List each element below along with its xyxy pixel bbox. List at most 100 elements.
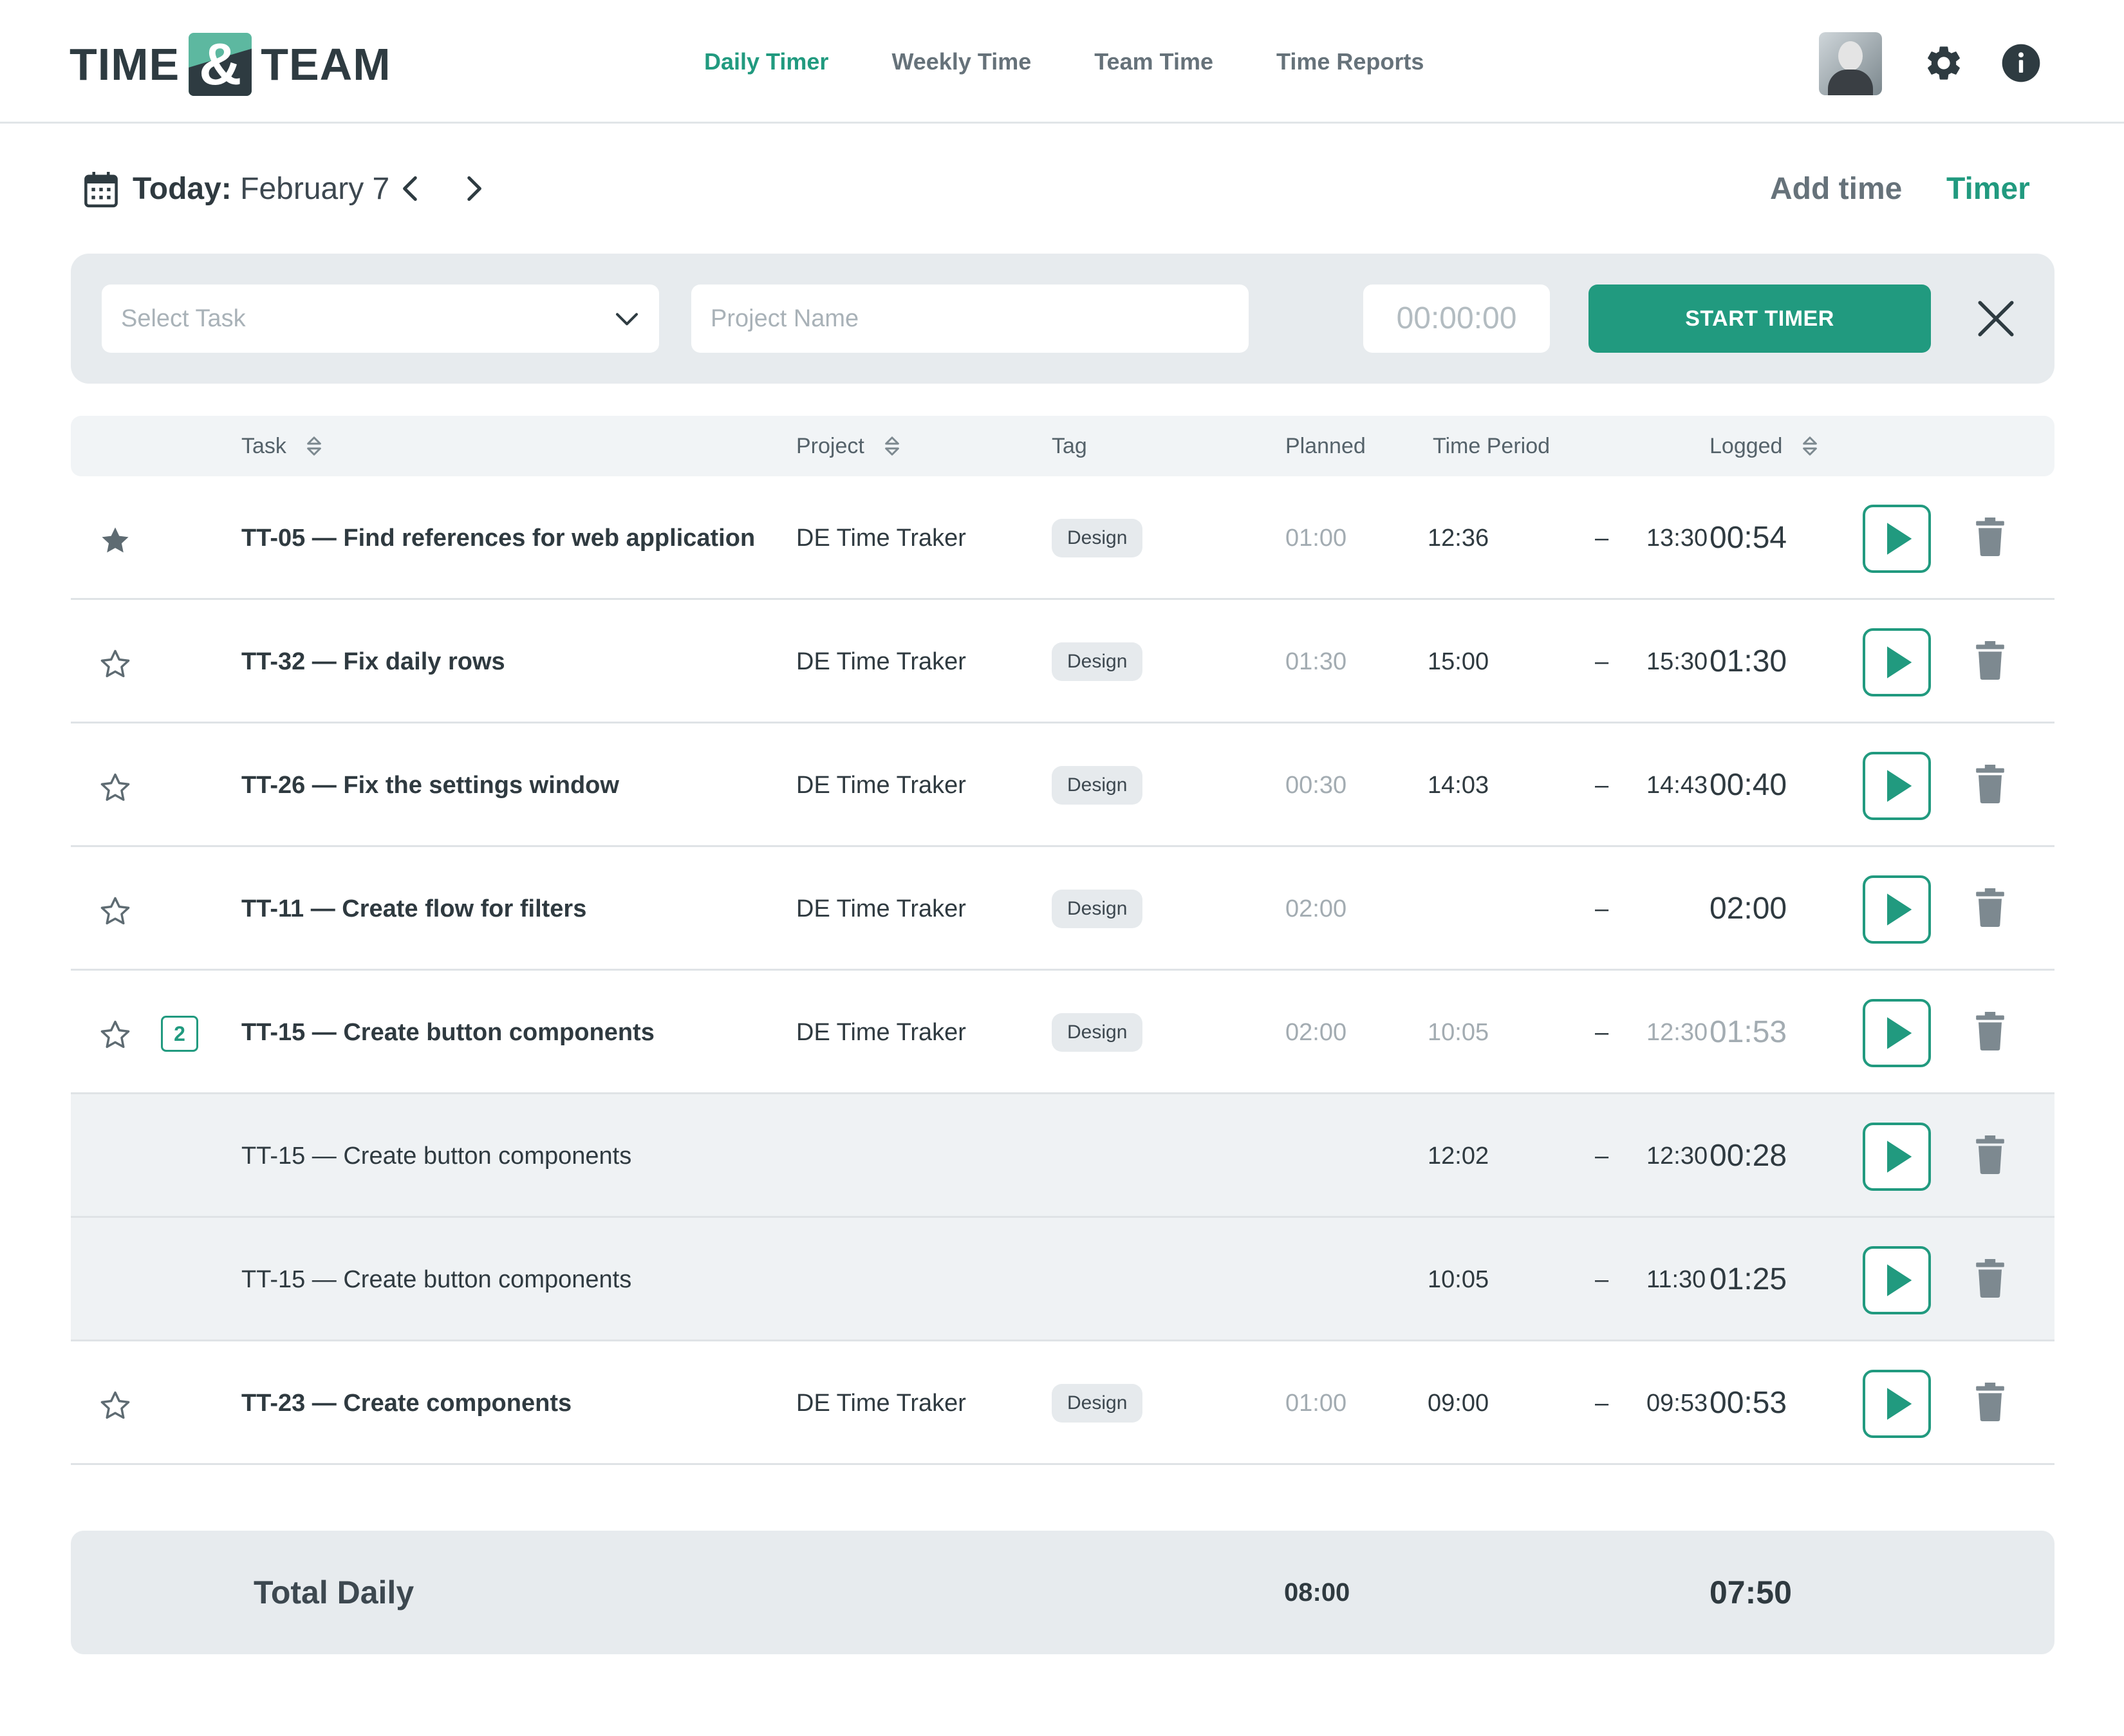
period-end: 13:30 [1646, 525, 1708, 552]
play-button[interactable] [1863, 1123, 1931, 1191]
table-row-group: 2 TT-15 — Create button components DE Ti… [71, 971, 2054, 1094]
task-name[interactable]: TT-26 — Fix the settings window [241, 723, 619, 847]
entry-count-badge[interactable]: 2 [161, 1016, 198, 1052]
planned-time: 02:00 [1285, 895, 1347, 922]
task-name[interactable]: TT-15 — Create button components [241, 1094, 631, 1218]
sort-icon[interactable] [1800, 434, 1820, 458]
tag-badge: Design [1052, 1384, 1143, 1423]
task-name[interactable]: TT-05 — Find references for web applicat… [241, 476, 755, 600]
play-icon [1887, 893, 1912, 926]
info-icon[interactable] [2000, 42, 2042, 84]
play-icon [1887, 646, 1912, 678]
trash-icon[interactable] [1976, 888, 2004, 927]
period-separator: – [1595, 648, 1609, 675]
app-logo[interactable]: TIME & TEAM [70, 32, 391, 97]
task-name[interactable]: TT-23 — Create components [241, 1341, 572, 1465]
daily-totals: Total Daily 08:00 07:50 [71, 1531, 2054, 1654]
logged-time: 00:28 [1709, 1139, 1787, 1173]
project-name: DE Time Traker [796, 1019, 966, 1046]
period-start: 12:36 [1428, 525, 1489, 552]
column-project: Project [796, 416, 902, 476]
nav-daily-timer[interactable]: Daily Timer [704, 42, 828, 81]
planned-time: 00:30 [1285, 772, 1347, 799]
sort-icon[interactable] [882, 434, 902, 458]
project-name: DE Time Traker [796, 895, 966, 922]
trash-icon[interactable] [1976, 1383, 2004, 1421]
period-start: 12:02 [1428, 1143, 1489, 1170]
period-separator: – [1595, 1390, 1609, 1417]
period-end: 12:30 [1646, 1143, 1708, 1170]
star-outline-icon[interactable] [98, 771, 133, 805]
tag-badge: Design [1052, 890, 1143, 928]
period-separator: – [1595, 525, 1609, 552]
nav-team-time[interactable]: Team Time [1094, 42, 1213, 81]
trash-icon[interactable] [1976, 641, 2004, 680]
tag-badge: Design [1052, 519, 1143, 557]
sort-icon[interactable] [304, 434, 324, 458]
gear-icon[interactable] [1923, 42, 1964, 84]
play-button[interactable] [1863, 999, 1931, 1067]
play-icon [1887, 523, 1912, 555]
play-button[interactable] [1863, 505, 1931, 573]
period-separator: – [1595, 1019, 1609, 1046]
trash-icon[interactable] [1976, 765, 2004, 803]
period-separator: – [1595, 1143, 1609, 1170]
chevron-left-icon[interactable] [395, 173, 427, 205]
star-outline-icon[interactable] [98, 648, 133, 681]
logged-time: 00:40 [1709, 768, 1787, 802]
table-row: TT-05 — Find references for web applicat… [71, 476, 2054, 600]
close-icon[interactable] [1975, 297, 2017, 340]
table-row: TT-26 — Fix the settings window DE Time … [71, 723, 2054, 847]
play-icon [1887, 1141, 1912, 1173]
trash-icon[interactable] [1976, 518, 2004, 556]
nav-weekly-time[interactable]: Weekly Time [891, 42, 1031, 81]
period-end: 15:30 [1646, 648, 1708, 675]
column-planned: Planned [1285, 434, 1366, 458]
task-name[interactable]: TT-11 — Create flow for filters [241, 847, 586, 971]
table-subrow: TT-15 — Create button components 10:05 –… [71, 1218, 2054, 1341]
total-logged: 07:50 [1709, 1574, 1792, 1610]
play-button[interactable] [1863, 1370, 1931, 1438]
tab-add-time[interactable]: Add time [1770, 169, 1902, 210]
current-date: Today: February 7 [133, 169, 389, 210]
avatar[interactable] [1819, 32, 1882, 95]
play-button[interactable] [1863, 628, 1931, 696]
chevron-down-icon [616, 313, 638, 326]
trash-icon[interactable] [1976, 1259, 2004, 1298]
task-name[interactable]: TT-15 — Create button components [241, 971, 655, 1094]
star-outline-icon[interactable] [98, 1389, 133, 1423]
period-end: 11:30 [1646, 1266, 1706, 1293]
period-start: 15:00 [1428, 648, 1489, 675]
logo-word-time: TIME [70, 39, 180, 89]
timer-display: 00:00:00 [1363, 285, 1550, 353]
column-time-period: Time Period [1433, 434, 1551, 458]
star-outline-icon[interactable] [98, 1018, 133, 1052]
star-outline-icon[interactable] [98, 895, 133, 928]
trash-icon[interactable] [1976, 1012, 2004, 1050]
nav-time-reports[interactable]: Time Reports [1276, 42, 1424, 81]
period-end: 09:53 [1646, 1390, 1708, 1417]
play-icon [1887, 770, 1912, 802]
logo-word-team: TEAM [261, 39, 391, 89]
main-nav: Daily Timer Weekly Time Team Time Time R… [704, 42, 1487, 81]
date-value: February 7 [240, 172, 390, 206]
play-button[interactable] [1863, 1246, 1931, 1314]
trash-icon[interactable] [1976, 1135, 2004, 1174]
tab-timer[interactable]: Timer [1946, 169, 2030, 210]
period-end: 12:30 [1646, 1019, 1708, 1046]
play-button[interactable] [1863, 875, 1931, 944]
task-name[interactable]: TT-32 — Fix daily rows [241, 600, 505, 723]
play-icon [1887, 1017, 1912, 1049]
timer-bar: Select Task 00:00:00 START TIMER [71, 254, 2054, 384]
select-task-dropdown[interactable]: Select Task [102, 285, 659, 353]
table-row: TT-32 — Fix daily rows DE Time Traker De… [71, 600, 2054, 723]
table-header: Task Project Tag Planned Time Period Log… [71, 416, 2054, 476]
play-button[interactable] [1863, 752, 1931, 820]
task-name[interactable]: TT-15 — Create button components [241, 1218, 631, 1341]
chevron-right-icon[interactable] [457, 173, 489, 205]
star-filled-icon[interactable] [98, 524, 133, 557]
project-name-input[interactable] [691, 285, 1249, 353]
total-planned: 08:00 [1284, 1578, 1350, 1607]
project-name: DE Time Traker [796, 772, 966, 799]
start-timer-button[interactable]: START TIMER [1588, 285, 1931, 353]
